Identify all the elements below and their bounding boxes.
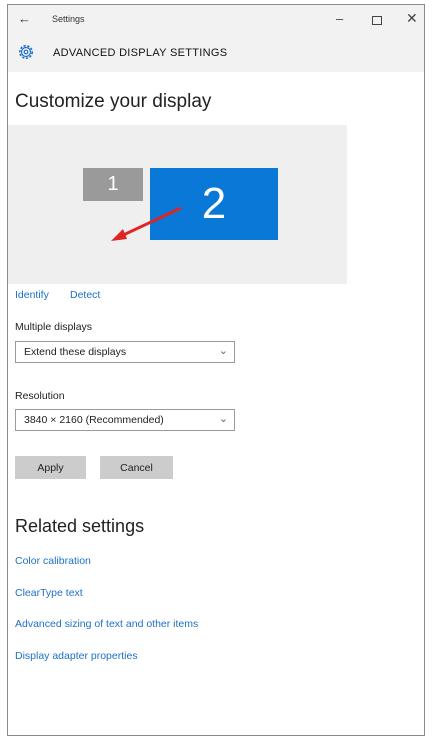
minimize-button[interactable]: – bbox=[336, 11, 343, 26]
back-arrow-icon[interactable]: ← bbox=[18, 11, 31, 26]
resolution-label: Resolution bbox=[15, 390, 65, 402]
apply-button[interactable]: Apply bbox=[15, 456, 86, 479]
title-bar: ← Settings – ✕ bbox=[8, 5, 424, 34]
detect-link[interactable]: Detect bbox=[70, 289, 100, 301]
chevron-down-icon: ⌄ bbox=[218, 345, 228, 357]
settings-window: ← Settings – ✕ ADVANCED DISPLAY SETTINGS… bbox=[7, 4, 425, 736]
monitor-1[interactable]: 1 bbox=[83, 168, 143, 201]
cancel-button[interactable]: Cancel bbox=[100, 456, 173, 479]
resolution-value: 3840 × 2160 (Recommended) bbox=[24, 414, 164, 426]
multiple-displays-label: Multiple displays bbox=[15, 321, 93, 333]
cleartype-text-link[interactable]: ClearType text bbox=[15, 587, 83, 599]
display-arrangement-preview: 1 2 bbox=[8, 125, 347, 284]
header-title: ADVANCED DISPLAY SETTINGS bbox=[53, 47, 228, 59]
related-settings-title: Related settings bbox=[15, 516, 145, 536]
page-title: Customize your display bbox=[15, 91, 212, 112]
multiple-displays-dropdown[interactable]: Extend these displays ⌄ bbox=[15, 341, 235, 363]
display-adapter-properties-link[interactable]: Display adapter properties bbox=[15, 650, 138, 662]
chevron-down-icon: ⌄ bbox=[218, 413, 228, 425]
close-button[interactable]: ✕ bbox=[406, 10, 418, 27]
resolution-dropdown[interactable]: 3840 × 2160 (Recommended) ⌄ bbox=[15, 409, 235, 431]
advanced-sizing-link[interactable]: Advanced sizing of text and other items bbox=[15, 618, 198, 630]
identify-link[interactable]: Identify bbox=[15, 289, 49, 301]
multiple-displays-value: Extend these displays bbox=[24, 346, 127, 358]
maximize-button[interactable] bbox=[372, 16, 382, 25]
gear-icon bbox=[19, 45, 33, 59]
window-title: Settings bbox=[52, 14, 85, 24]
color-calibration-link[interactable]: Color calibration bbox=[15, 555, 91, 567]
page-header: ADVANCED DISPLAY SETTINGS bbox=[8, 34, 424, 72]
annotation-arrow bbox=[111, 206, 182, 241]
